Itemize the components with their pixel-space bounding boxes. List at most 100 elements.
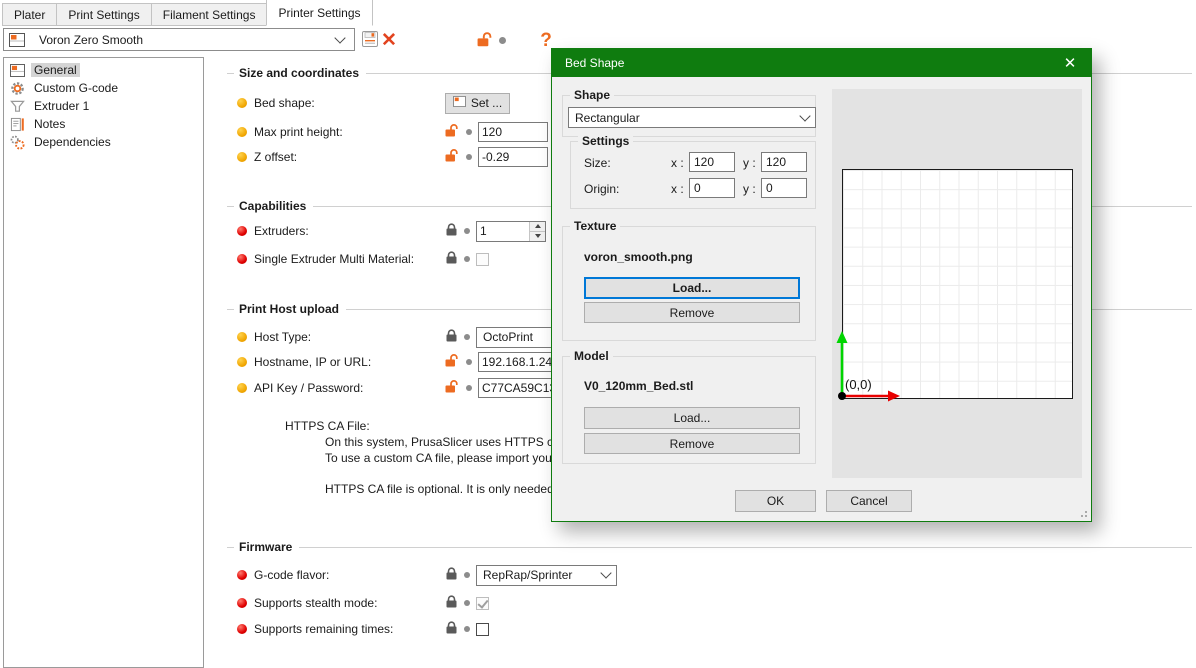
semm-checkbox[interactable]	[476, 253, 489, 266]
locked-icon[interactable]	[445, 223, 458, 239]
revert-dot[interactable]	[466, 129, 472, 135]
locked-icon[interactable]	[445, 251, 458, 267]
max-print-height-input[interactable]	[478, 122, 548, 142]
size-y-axis-label: y :	[743, 153, 756, 173]
dialog-close-button[interactable]: ✕	[1049, 49, 1091, 77]
toolbar-unlocked-icon[interactable]	[477, 31, 494, 51]
unlocked-icon[interactable]	[445, 149, 460, 165]
revert-dot[interactable]	[466, 154, 472, 160]
shape-select[interactable]: Rectangular	[568, 107, 816, 128]
origin-y-axis-label: y :	[743, 179, 756, 199]
size-x-input[interactable]	[689, 152, 735, 172]
status-bullet	[237, 357, 247, 367]
revert-dot[interactable]	[464, 334, 470, 340]
revert-dot[interactable]	[466, 385, 472, 391]
locked-icon[interactable]	[445, 595, 458, 611]
save-icon	[362, 31, 379, 50]
combo-chevron-icon	[334, 32, 345, 43]
origin-axes	[832, 326, 917, 404]
preset-name: Voron Zero Smooth	[39, 33, 143, 47]
printer-preset-combo[interactable]: Voron Zero Smooth	[3, 28, 355, 51]
delete-icon: ✕	[381, 31, 397, 50]
status-bullet	[237, 98, 247, 108]
extruder-icon	[9, 98, 25, 114]
sidebar-item-notes[interactable]: Notes	[4, 115, 203, 133]
revert-dot[interactable]	[466, 359, 472, 365]
model-remove-button[interactable]: Remove	[584, 433, 800, 454]
delete-preset-button[interactable]: ✕	[379, 30, 399, 50]
toolbar-revert-dot[interactable]	[499, 37, 506, 44]
origin-x-input[interactable]	[689, 178, 735, 198]
help-icon: ?	[540, 31, 552, 50]
cancel-button[interactable]: Cancel	[826, 490, 912, 512]
gear-icon	[9, 80, 25, 96]
locked-icon[interactable]	[445, 621, 458, 637]
row-supports-remaining-times: Supports remaining times:	[222, 618, 1196, 640]
status-bullet	[237, 254, 247, 264]
settings-tree: General Custom G-code Extruder 1 Notes D…	[3, 57, 204, 668]
origin-dot	[838, 392, 846, 400]
texture-remove-button[interactable]: Remove	[584, 302, 800, 323]
tab-plater[interactable]: Plater	[2, 3, 57, 26]
set-bed-shape-button[interactable]: Set ...	[445, 93, 510, 114]
model-filename: V0_120mm_Bed.stl	[584, 379, 693, 393]
origin-label: Origin:	[584, 179, 619, 199]
unlocked-icon[interactable]	[445, 380, 460, 396]
locked-icon[interactable]	[445, 329, 458, 345]
remaining-times-checkbox[interactable]	[476, 623, 489, 636]
status-bullet	[237, 332, 247, 342]
revert-dot[interactable]	[464, 600, 470, 606]
row-supports-stealth-mode: Supports stealth mode:	[222, 592, 1196, 614]
status-bullet	[237, 598, 247, 608]
status-bullet	[237, 226, 247, 236]
texture-load-button[interactable]: Load...	[584, 277, 800, 299]
z-offset-input[interactable]	[478, 147, 548, 167]
ok-button[interactable]: OK	[735, 490, 816, 512]
status-bullet	[237, 383, 247, 393]
origin-coords-label: (0,0)	[845, 377, 872, 392]
size-y-input[interactable]	[761, 152, 807, 172]
bed-preview: (0,0)	[832, 89, 1082, 478]
printer-icon	[9, 62, 25, 78]
status-bullet	[237, 127, 247, 137]
gcode-flavor-select[interactable]: RepRap/Sprinter	[476, 565, 617, 586]
status-bullet	[237, 570, 247, 580]
revert-dot[interactable]	[464, 572, 470, 578]
dialog-title: Bed Shape	[565, 56, 624, 70]
revert-dot[interactable]	[464, 256, 470, 262]
tab-filament-settings[interactable]: Filament Settings	[151, 3, 268, 26]
resize-grip-icon[interactable]	[1079, 509, 1087, 517]
printer-settings-window: Plater Print Settings Filament Settings …	[0, 0, 1196, 668]
stepper-down-button[interactable]	[530, 232, 545, 241]
status-bullet	[237, 152, 247, 162]
origin-y-input[interactable]	[761, 178, 807, 198]
stealth-mode-checkbox[interactable]	[476, 597, 489, 610]
row-gcode-flavor: G-code flavor: RepRap/Sprinter	[222, 564, 1196, 586]
sidebar-item-custom-gcode[interactable]: Custom G-code	[4, 79, 203, 97]
sidebar-item-dependencies[interactable]: Dependencies	[4, 133, 203, 151]
save-preset-button[interactable]	[360, 30, 380, 50]
dialog-titlebar[interactable]: Bed Shape	[552, 49, 1091, 77]
sidebar-item-general[interactable]: General	[4, 61, 203, 79]
unlocked-icon[interactable]	[445, 354, 460, 370]
dependencies-icon	[9, 134, 25, 150]
bed-shape-dialog: Bed Shape ✕ Shape Rectangular Settings S…	[551, 48, 1092, 522]
tab-print-settings[interactable]: Print Settings	[56, 3, 151, 26]
origin-x-axis-label: x :	[671, 179, 684, 199]
tab-bar: Plater Print Settings Filament Settings …	[0, 0, 1196, 26]
unlocked-icon[interactable]	[445, 124, 460, 140]
texture-filename: voron_smooth.png	[584, 250, 693, 264]
help-button[interactable]: ?	[536, 30, 556, 50]
extruders-stepper[interactable]: 1	[476, 221, 546, 242]
stepper-up-button[interactable]	[530, 222, 545, 232]
revert-dot[interactable]	[464, 626, 470, 632]
sidebar-item-extruder-1[interactable]: Extruder 1	[4, 97, 203, 115]
locked-icon[interactable]	[445, 567, 458, 583]
notes-icon	[9, 116, 25, 132]
tab-printer-settings[interactable]: Printer Settings	[266, 0, 372, 26]
size-label: Size:	[584, 153, 611, 173]
model-load-button[interactable]: Load...	[584, 407, 800, 429]
close-icon: ✕	[1064, 54, 1077, 72]
section-firmware: Firmware	[227, 540, 1192, 554]
revert-dot[interactable]	[464, 228, 470, 234]
